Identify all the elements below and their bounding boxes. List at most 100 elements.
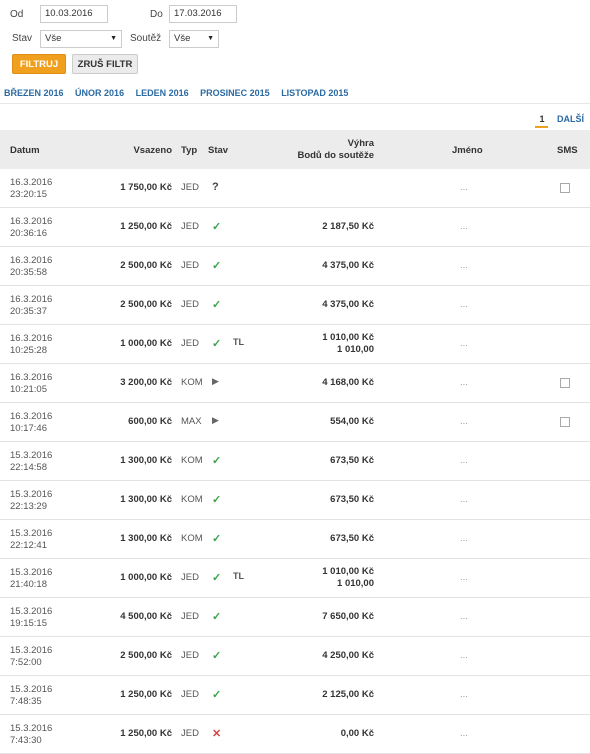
col-vyhra-label: Výhra bbox=[347, 138, 374, 149]
bet-datetime: 16.3.2016 10:17:46 bbox=[10, 411, 52, 435]
bet-time: 7:48:35 bbox=[10, 696, 42, 707]
bet-time: 7:43:30 bbox=[10, 735, 42, 746]
month-links: BŘEZEN 2016 ÚNOR 2016 LEDEN 2016 PROSINE… bbox=[4, 88, 357, 98]
bet-name[interactable]: ... bbox=[460, 689, 468, 700]
table-row[interactable]: 16.3.2016 23:20:15 1 750,00 Kč JED?... bbox=[0, 169, 590, 208]
do-date-input[interactable]: 17.03.2016 bbox=[169, 5, 237, 23]
soutez-select[interactable]: Vše ▼ bbox=[169, 30, 219, 48]
sms-checkbox[interactable] bbox=[560, 378, 570, 388]
month-link[interactable]: LEDEN 2016 bbox=[136, 88, 189, 98]
month-link[interactable]: PROSINEC 2015 bbox=[200, 88, 270, 98]
bet-type: JED bbox=[181, 611, 199, 622]
bet-date: 16.3.2016 bbox=[10, 372, 53, 383]
check-icon: ✓ bbox=[212, 455, 222, 467]
col-sms[interactable]: SMS bbox=[557, 145, 578, 156]
col-stav[interactable]: Stav bbox=[208, 145, 228, 156]
bet-name[interactable]: ... bbox=[460, 299, 468, 310]
bet-name[interactable]: ... bbox=[460, 260, 468, 271]
check-icon: ✓ bbox=[212, 533, 222, 545]
filter-button[interactable]: FILTRUJ bbox=[12, 54, 66, 74]
col-vyhra[interactable]: Výhra Bodů do soutěže bbox=[297, 138, 374, 162]
table-row[interactable]: 15.3.2016 22:12:41 1 300,00 Kč KOM ✓ 673,50 K… bbox=[0, 520, 590, 559]
col-jmeno[interactable]: Jméno bbox=[452, 145, 483, 156]
col-vsazeno[interactable]: Vsazeno bbox=[133, 145, 172, 156]
bet-amount: 2 500,00 Kč bbox=[120, 299, 172, 310]
filter-panel: Od 10.03.2016 Do 17.03.2016 Stav Vše ▼ S… bbox=[0, 0, 590, 110]
page-current[interactable]: 1 bbox=[535, 114, 549, 128]
bet-win-amount: 2 187,50 Kč bbox=[322, 221, 374, 232]
chevron-down-icon: ▼ bbox=[110, 35, 117, 42]
bet-name[interactable]: ... bbox=[460, 494, 468, 505]
bet-time: 19:15:15 bbox=[10, 618, 47, 629]
table-row[interactable]: 16.3.2016 10:17:46 600,00 Kč MAX ▶ 554,00 Kč.… bbox=[0, 403, 590, 442]
table-row[interactable]: 15.3.2016 21:40:18 1 000,00 Kč JED ✓ TL 1 010,… bbox=[0, 559, 590, 598]
bet-type: KOM bbox=[181, 494, 203, 505]
table-row[interactable]: 15.3.2016 22:14:58 1 300,00 Kč KOM ✓ 673,50 K… bbox=[0, 442, 590, 481]
bet-date: 16.3.2016 bbox=[10, 333, 53, 344]
table-row[interactable]: 16.3.2016 20:35:37 2 500,00 Kč JED ✓ 4 375,00… bbox=[0, 286, 590, 325]
bet-date: 15.3.2016 bbox=[10, 567, 53, 578]
bet-datetime: 15.3.2016 7:43:30 bbox=[10, 723, 52, 747]
bet-win-amount: 4 168,00 Kč bbox=[322, 377, 374, 388]
tl-icon: TL bbox=[233, 571, 244, 581]
bets-table-body: 16.3.2016 23:20:15 1 750,00 Kč JED?... 16.3.… bbox=[0, 169, 590, 754]
col-body-label: Bodů do soutěže bbox=[297, 150, 374, 161]
bet-name[interactable]: ... bbox=[460, 377, 468, 388]
table-row[interactable]: 15.3.2016 7:48:35 1 250,00 Kč JED ✓ 2 125,00 … bbox=[0, 676, 590, 715]
stav-select[interactable]: Vše ▼ bbox=[40, 30, 122, 48]
bet-type: MAX bbox=[181, 416, 202, 427]
bet-name[interactable]: ... bbox=[460, 221, 468, 232]
bet-name[interactable]: ... bbox=[460, 533, 468, 544]
bet-win-amount: 673,50 Kč bbox=[330, 494, 374, 505]
bet-date: 15.3.2016 bbox=[10, 606, 53, 617]
bet-time: 7:52:00 bbox=[10, 657, 42, 668]
bet-win-amount: 7 650,00 Kč bbox=[322, 611, 374, 622]
bet-datetime: 15.3.2016 22:14:58 bbox=[10, 450, 52, 474]
bet-name[interactable]: ... bbox=[460, 416, 468, 427]
bet-type: JED bbox=[181, 260, 199, 271]
bet-name[interactable]: ... bbox=[460, 182, 468, 193]
bet-name[interactable]: ... bbox=[460, 338, 468, 349]
bet-datetime: 16.3.2016 20:35:37 bbox=[10, 294, 52, 318]
table-row[interactable]: 15.3.2016 19:15:15 4 500,00 Kč JED ✓ 7 650,00… bbox=[0, 598, 590, 637]
bet-win: 1 010,00 Kč 1 010,00 bbox=[322, 566, 374, 590]
bet-amount: 1 250,00 Kč bbox=[120, 221, 172, 232]
soutez-label: Soutěž bbox=[130, 33, 162, 44]
bet-type: KOM bbox=[181, 533, 203, 544]
bet-name[interactable]: ... bbox=[460, 611, 468, 622]
play-icon: ▶ bbox=[212, 415, 219, 425]
table-row[interactable]: 15.3.2016 22:13:29 1 300,00 Kč KOM ✓ 673,50 K… bbox=[0, 481, 590, 520]
sms-checkbox[interactable] bbox=[560, 417, 570, 427]
sms-checkbox[interactable] bbox=[560, 183, 570, 193]
od-date-input[interactable]: 10.03.2016 bbox=[40, 5, 108, 23]
bet-datetime: 16.3.2016 10:25:28 bbox=[10, 333, 52, 357]
table-row[interactable]: 16.3.2016 10:25:28 1 000,00 Kč JED ✓ TL 1 010,… bbox=[0, 325, 590, 364]
bet-name[interactable]: ... bbox=[460, 728, 468, 739]
bet-amount: 1 250,00 Kč bbox=[120, 689, 172, 700]
col-typ[interactable]: Typ bbox=[181, 145, 197, 156]
next-page-link[interactable]: DALŠÍ bbox=[557, 114, 584, 124]
bet-datetime: 15.3.2016 19:15:15 bbox=[10, 606, 52, 630]
bet-time: 10:25:28 bbox=[10, 345, 47, 356]
table-row[interactable]: 16.3.2016 20:35:58 2 500,00 Kč JED ✓ 4 375,00… bbox=[0, 247, 590, 286]
bet-win-amount: 673,50 Kč bbox=[330, 533, 374, 544]
table-row[interactable]: 16.3.2016 20:36:16 1 250,00 Kč JED ✓ 2 187,50… bbox=[0, 208, 590, 247]
month-link[interactable]: LISTOPAD 2015 bbox=[281, 88, 348, 98]
col-datum[interactable]: Datum bbox=[10, 145, 40, 156]
month-link[interactable]: BŘEZEN 2016 bbox=[4, 88, 64, 98]
table-row[interactable]: 15.3.2016 7:43:30 1 250,00 Kč JED ✕ 0,00 Kč..… bbox=[0, 715, 590, 754]
bet-name[interactable]: ... bbox=[460, 572, 468, 583]
bet-type: JED bbox=[181, 728, 199, 739]
table-row[interactable]: 16.3.2016 10:21:05 3 200,00 Kč KOM ▶ 4 168,00… bbox=[0, 364, 590, 403]
table-row[interactable]: 15.3.2016 7:52:00 2 500,00 Kč JED ✓ 4 250,00 … bbox=[0, 637, 590, 676]
bet-type: JED bbox=[181, 182, 199, 193]
clear-filter-button[interactable]: ZRUŠ FILTR bbox=[72, 54, 138, 74]
month-link[interactable]: ÚNOR 2016 bbox=[75, 88, 124, 98]
bet-name[interactable]: ... bbox=[460, 455, 468, 466]
bet-date: 15.3.2016 bbox=[10, 489, 53, 500]
bet-points: 1 010,00 bbox=[337, 344, 374, 355]
bet-date: 16.3.2016 bbox=[10, 294, 53, 305]
bet-time: 22:12:41 bbox=[10, 540, 47, 551]
bet-name[interactable]: ... bbox=[460, 650, 468, 661]
bet-date: 15.3.2016 bbox=[10, 645, 53, 656]
